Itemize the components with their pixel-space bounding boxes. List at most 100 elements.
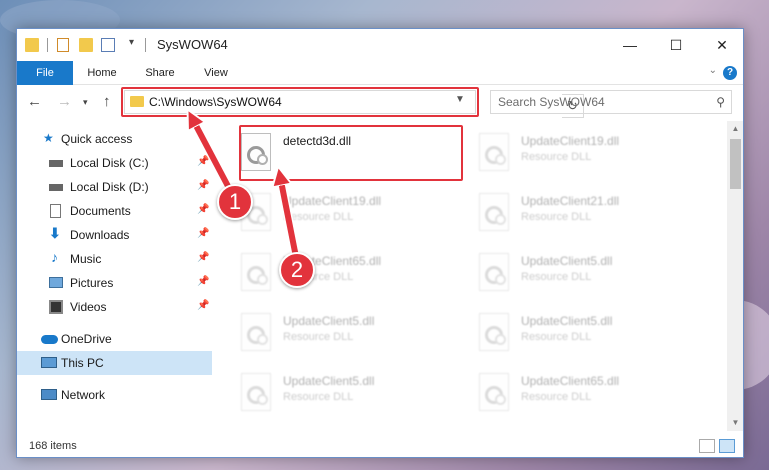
sidebar-item-documents[interactable]: Documents 📌 [17,199,212,223]
pin-icon[interactable]: 📌 [197,300,209,311]
search-placeholder: Search SysWOW64 [498,95,605,109]
file-type: Resource DLL [521,151,592,163]
sidebar-item-videos[interactable]: Videos 📌 [17,295,212,319]
back-icon[interactable]: ← [27,93,42,110]
pin-icon[interactable]: 📌 [197,276,209,287]
up-icon[interactable]: ↑ [103,93,111,110]
item-count: 168 items [29,440,77,452]
forward-icon[interactable]: → [57,93,72,110]
minimize-button[interactable]: — [607,29,653,61]
file-tile[interactable]: UpdateClient5.dll Resource DLL [477,309,707,361]
file-name: UpdateClient21.dll [521,194,620,208]
pin-icon[interactable]: 📌 [197,252,209,263]
file-tile[interactable]: UpdateClient19.dll Resource DLL [477,129,707,181]
sidebar-item-network[interactable]: Network [17,383,212,407]
pin-icon[interactable]: 📌 [197,156,209,167]
sidebar-item-label: Downloads [70,228,130,242]
file-type: Resource DLL [521,271,592,283]
file-tile[interactable]: UpdateClient65.dll Resource DLL [477,369,707,421]
file-tile[interactable]: UpdateClient19.dll Resource DLL [239,189,469,241]
sidebar-item-label: Quick access [61,132,133,146]
vertical-scrollbar[interactable]: ▲ ▼ [727,121,743,431]
file-type: Resource DLL [283,331,354,343]
file-name: UpdateClient5.dll [283,314,375,328]
window-title: SysWOW64 [157,37,228,52]
tab-view[interactable]: View [191,61,241,85]
file-name: UpdateClient5.dll [521,314,613,328]
drive-icon [49,160,63,167]
toolbar-divider [47,38,48,52]
file-tile[interactable]: UpdateClient65.dll Resource DLL [239,249,469,301]
file-tile[interactable]: UpdateClient21.dll Resource DLL [477,189,707,241]
ribbon: File Home Share View ⌄ ? [17,61,743,85]
sidebar-item-label: Music [70,252,102,266]
expand-ribbon-icon[interactable]: ⌄ [709,65,717,76]
dll-file-icon [479,313,509,351]
computer-icon [41,357,57,368]
details-view-icon[interactable] [699,439,715,453]
chevron-down-icon[interactable]: ▾ [129,37,134,51]
file-tile[interactable]: UpdateClient5.dll Resource DLL [239,309,469,361]
step-badge-1: 1 [217,184,253,220]
sidebar-item-this-pc[interactable]: This PC [17,351,212,375]
file-type: Resource DLL [283,391,354,403]
pin-icon[interactable]: 📌 [197,228,209,239]
sidebar-item-downloads[interactable]: ⬇ Downloads 📌 [17,223,212,247]
sidebar-item-quick-access[interactable]: ★ Quick access [17,127,212,151]
tab-share[interactable]: Share [135,61,185,85]
large-icons-view-icon[interactable] [719,439,735,453]
tab-home[interactable]: Home [77,61,127,85]
scroll-down-icon[interactable]: ▼ [727,415,743,431]
cloud-icon [41,335,58,344]
file-name: UpdateClient5.dll [521,254,613,268]
file-name: UpdateClient19.dll [283,194,382,208]
pictures-icon [49,277,63,288]
search-box[interactable]: Search SysWOW64 ⚲ [490,90,732,114]
title-bar: ▾ SysWOW64 — ☐ ✕ [17,29,743,61]
scroll-thumb[interactable] [730,139,741,189]
explorer-window: ▾ SysWOW64 — ☐ ✕ File Home Share View ⌄ … [16,28,744,458]
file-name: UpdateClient65.dll [521,374,620,388]
search-icon[interactable]: ⚲ [716,95,725,109]
navigation-bar: ← → ▾ ↑ C:\Windows\SysWOW64 ▼ ↻ Search S… [17,87,743,118]
file-tile[interactable]: UpdateClient5.dll Resource DLL [477,249,707,301]
maximize-button[interactable]: ☐ [653,29,699,61]
file-type: Resource DLL [521,391,592,403]
scroll-up-icon[interactable]: ▲ [727,121,743,137]
recent-locations-icon[interactable]: ▾ [83,97,88,108]
file-name: UpdateClient19.dll [521,134,620,148]
navigation-pane: ★ Quick access Local Disk (C:) 📌 Local D… [17,121,212,431]
sidebar-item-label: Videos [70,300,107,314]
sidebar-item-label: Network [61,388,106,402]
file-type: Resource DLL [521,211,592,223]
sidebar-item-label: Local Disk (C:) [70,156,149,170]
tab-file[interactable]: File [17,61,73,85]
customize-icon[interactable] [101,38,115,52]
music-icon: ♪ [51,249,58,265]
file-type: Resource DLL [521,331,592,343]
folder-icon [25,38,39,52]
file-name: UpdateClient5.dll [283,374,375,388]
documents-icon [50,204,61,218]
sidebar-item-pictures[interactable]: Pictures 📌 [17,271,212,295]
properties-icon[interactable] [57,38,69,52]
pin-icon[interactable]: 📌 [197,204,209,215]
sidebar-item-local-disk-c[interactable]: Local Disk (C:) 📌 [17,151,212,175]
sidebar-item-label: Documents [70,204,131,218]
sidebar-item-label: Local Disk (D:) [70,180,149,194]
pin-icon[interactable]: 📌 [197,180,209,191]
new-folder-icon[interactable] [79,38,93,52]
sidebar-item-label: Pictures [70,276,114,290]
address-highlight [121,87,479,117]
dll-file-icon [479,193,509,231]
help-icon[interactable]: ? [723,66,737,80]
close-button[interactable]: ✕ [699,29,743,61]
status-bar: 168 items [17,435,743,457]
drive-icon [49,184,63,191]
toolbar-divider [145,38,146,52]
sidebar-item-local-disk-d[interactable]: Local Disk (D:) 📌 [17,175,212,199]
file-tile[interactable]: UpdateClient5.dll Resource DLL [239,369,469,421]
sidebar-item-onedrive[interactable]: OneDrive [17,327,212,351]
dll-file-icon [479,373,509,411]
sidebar-item-music[interactable]: ♪ Music 📌 [17,247,212,271]
